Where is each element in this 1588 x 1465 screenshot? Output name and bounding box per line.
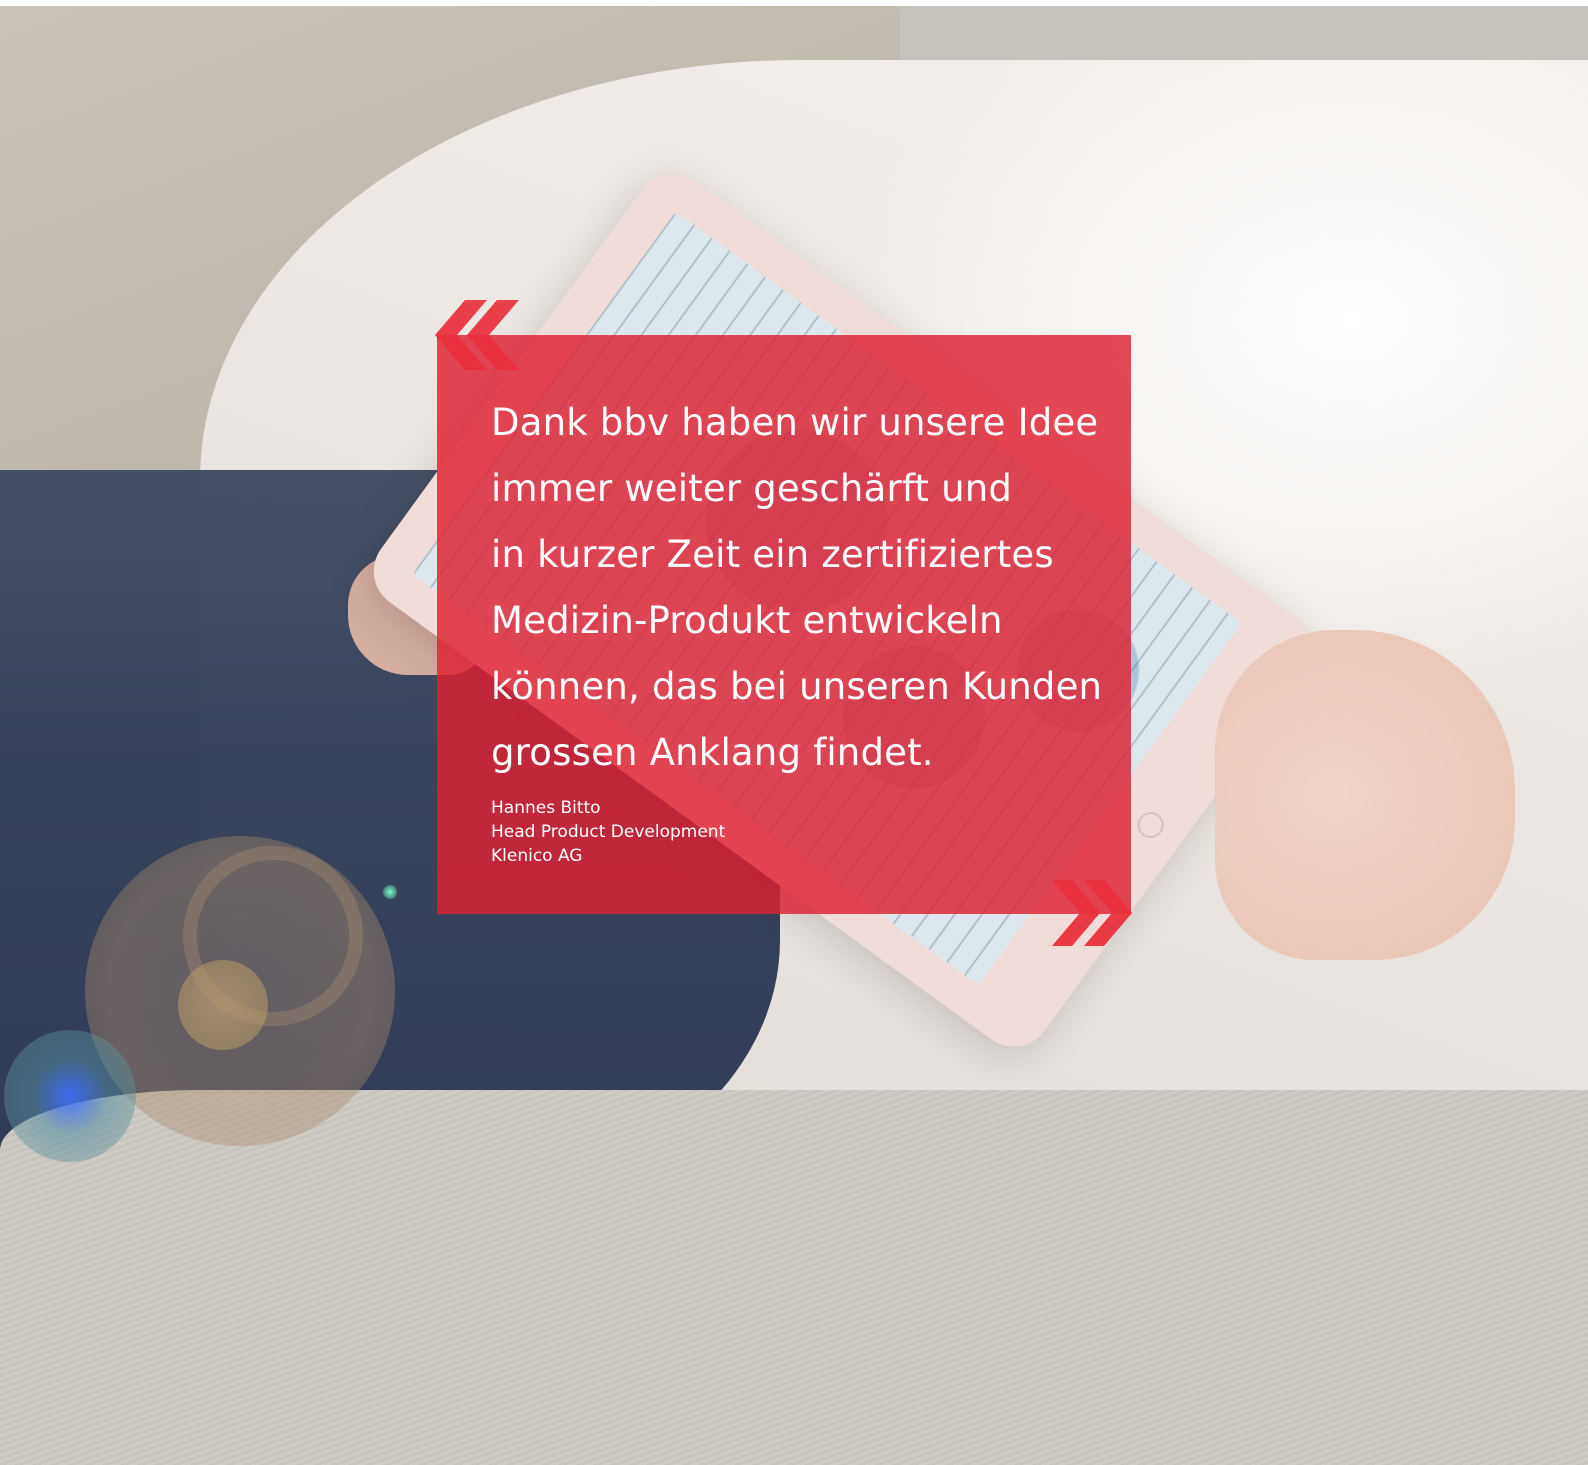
quote-line: Medizin-Produkt entwickeln [491,599,1003,642]
lens-flare-green [383,885,397,899]
author-role: Head Product Development [491,822,726,842]
right-hand [1215,630,1515,960]
lens-flare-blue [4,1030,136,1162]
left-double-angle-quote-icon [435,300,519,370]
quote-line: immer weiter geschärft und [491,467,1013,510]
testimonial-hero: Dank bbv haben wir unsere Idee immer wei… [0,0,1588,1465]
author-company: Klenico AG [491,846,583,866]
right-double-angle-quote-icon [1052,880,1132,946]
quote-line: Dank bbv haben wir unsere Idee [491,401,1099,444]
lens-flare-small [178,960,268,1050]
top-edge [0,0,1588,6]
tablet-home-button [1132,806,1169,844]
quote-attribution: Hannes Bitto Head Product Development Kl… [491,796,1091,868]
author-name: Hannes Bitto [491,798,601,818]
quote-line: grossen Anklang findet. [491,731,934,774]
sofa-cushion [0,1090,1588,1465]
quote-line: können, das bei unseren Kunden [491,665,1103,708]
quote-line: in kurzer Zeit ein zertifiziertes [491,533,1054,576]
quote-box: Dank bbv haben wir unsere Idee immer wei… [437,335,1131,914]
quote-text: Dank bbv haben wir unsere Idee immer wei… [491,390,1103,786]
